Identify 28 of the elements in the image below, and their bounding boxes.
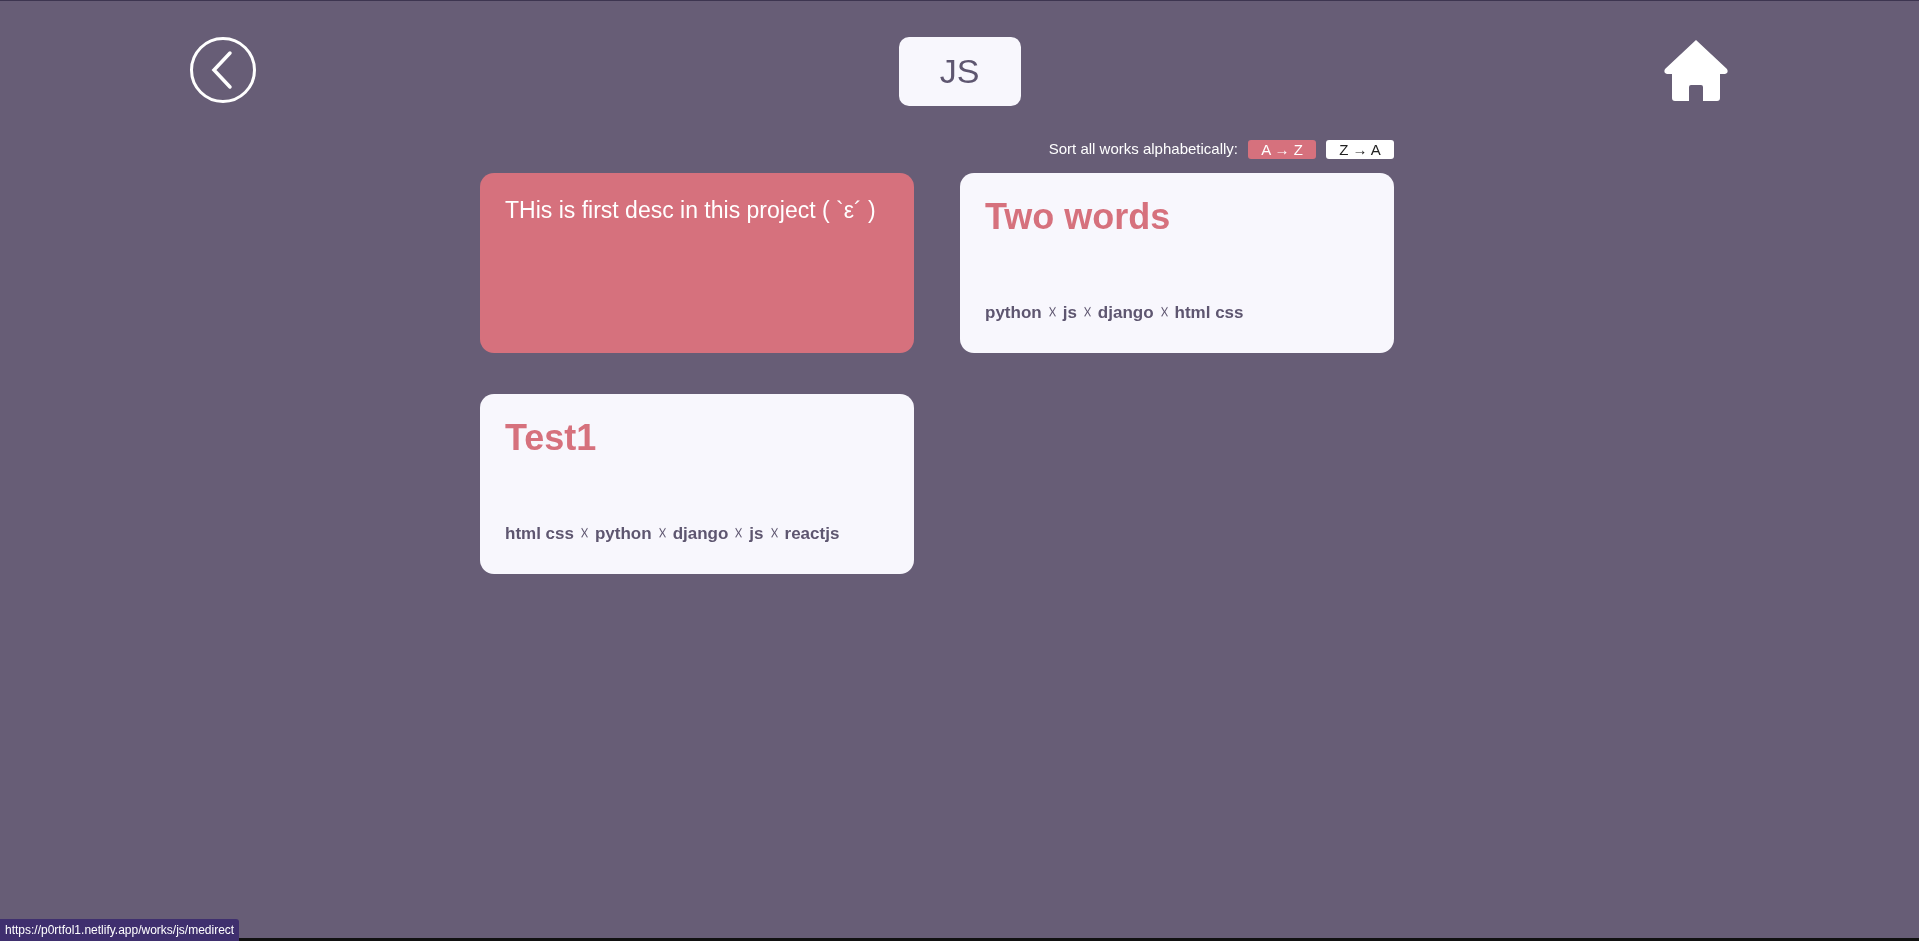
work-card[interactable]: Two words python ☓ js ☓ django ☓ html css bbox=[960, 173, 1394, 353]
tag-separator: ☓ bbox=[769, 522, 779, 545]
tag-separator: ☓ bbox=[734, 522, 744, 545]
tag-separator: ☓ bbox=[580, 522, 589, 545]
home-icon bbox=[1663, 37, 1729, 103]
work-card[interactable]: Test1 html css ☓ python ☓ django ☓ js ☓ reactjs bbox=[480, 394, 914, 574]
category-title: JS bbox=[898, 37, 1021, 106]
tag-separator: ☓ bbox=[1082, 301, 1092, 324]
tag-separator: ☓ bbox=[1047, 301, 1057, 324]
home-button[interactable] bbox=[1663, 37, 1729, 103]
tag-label: html css bbox=[505, 522, 574, 545]
work-title: Two words bbox=[985, 195, 1172, 239]
sort-option[interactable]: Z → A bbox=[1326, 139, 1394, 159]
work-title: Test1 bbox=[505, 416, 598, 460]
tag-label: html css bbox=[1174, 301, 1244, 324]
back-button[interactable] bbox=[190, 37, 256, 103]
tag-label: django bbox=[1097, 301, 1154, 324]
tag-separator: ☓ bbox=[1159, 301, 1169, 324]
tag-separator: ☓ bbox=[657, 522, 667, 545]
status-url: https://p0rtfol1.netlify.app/works/js/medirect bbox=[0, 919, 240, 941]
tag-label: python bbox=[595, 522, 652, 545]
tag-label: js bbox=[749, 522, 764, 545]
tag-label: django bbox=[672, 522, 729, 545]
sort-label: Sort all works alphabetically: bbox=[1048, 138, 1238, 159]
tag-label: js bbox=[1062, 301, 1077, 324]
work-description: THis is first desc in this project ( `ε´ ) bbox=[505, 196, 877, 225]
tag-label: python bbox=[985, 301, 1042, 324]
tag-label: reactjs bbox=[784, 522, 840, 545]
